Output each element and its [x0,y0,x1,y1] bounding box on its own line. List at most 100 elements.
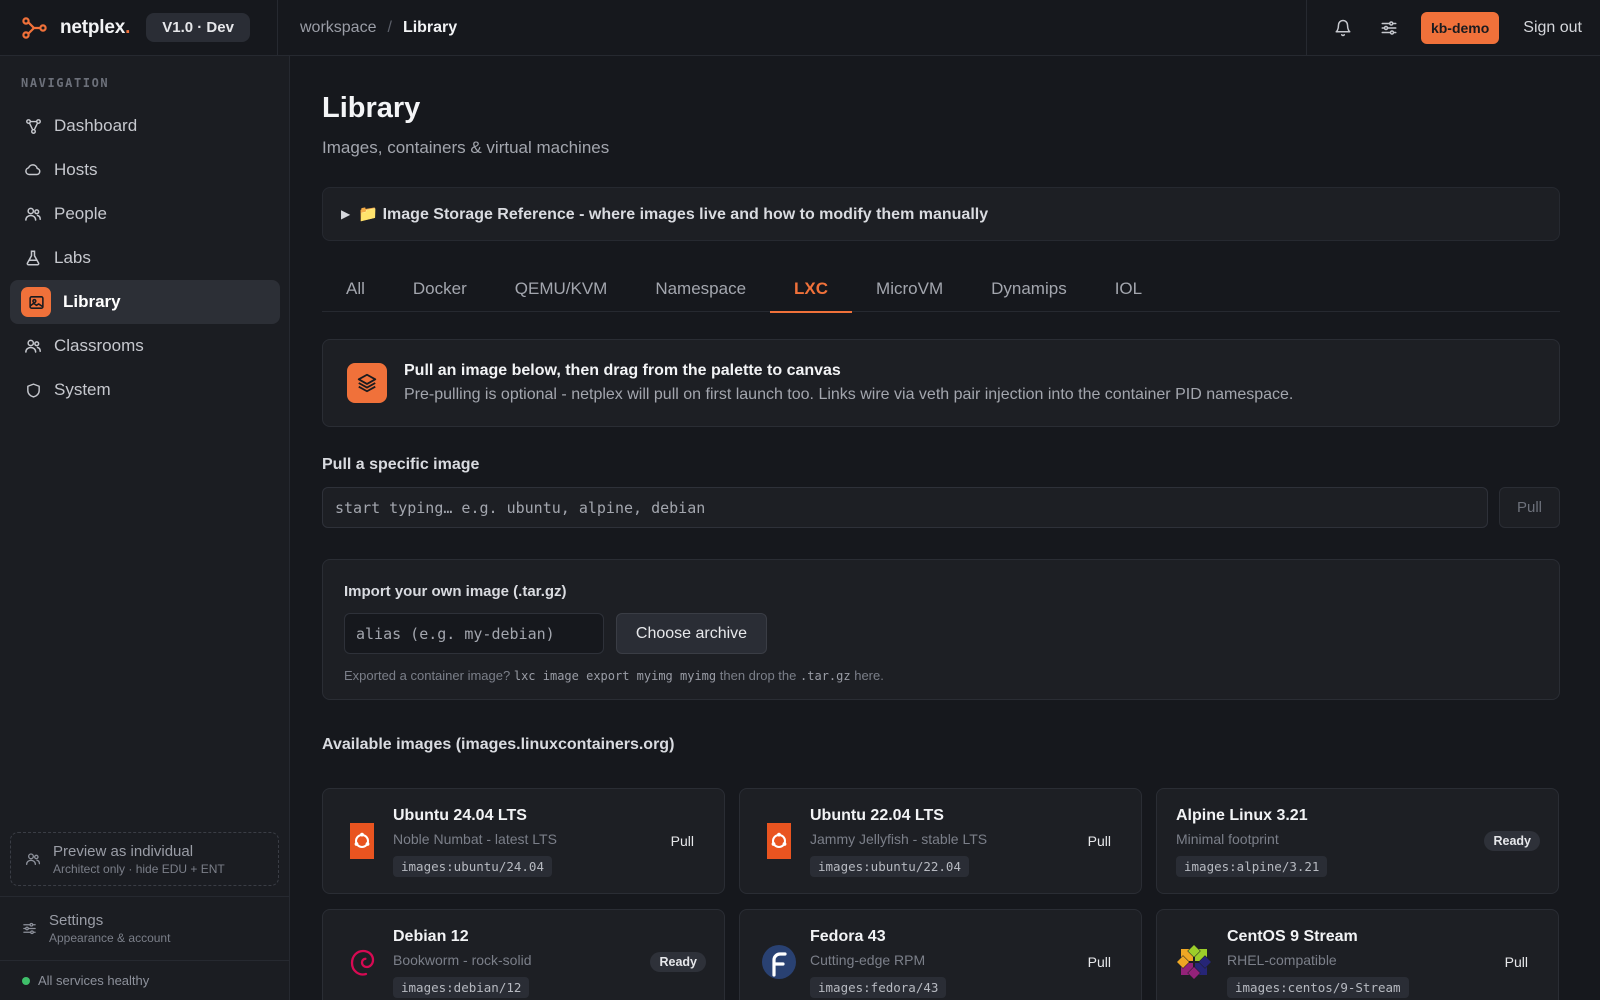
tab-dynamips[interactable]: Dynamips [967,266,1091,312]
reference-text: 📁 Image Storage Reference - where images… [358,206,989,223]
breadcrumb-workspace[interactable]: workspace [300,19,376,37]
ubuntu-icon [760,822,798,860]
sliders-icon[interactable] [1371,10,1407,46]
status-dot-icon [22,976,30,985]
tab-lxc[interactable]: LXC [770,266,853,313]
sidebar-footer: Preview as individual Architect only · h… [0,832,289,1000]
image-tag: images:centos/9-Stream [1227,977,1409,998]
sidebar-item-system[interactable]: System [10,368,280,412]
image-name: Debian 12 [393,928,469,945]
top-bar: netplex. V1.0 · Dev workspace / Library … [0,0,1600,56]
info-body: Pre-pulling is optional - netplex will p… [404,386,1294,403]
ready-badge: Ready [1484,831,1540,851]
image-card-ubuntu-2404[interactable]: Ubuntu 24.04 LTS Noble Numbat - latest L… [322,788,725,894]
pull-image-button[interactable]: Pull [1088,954,1111,970]
sidebar-item-label: Labs [54,248,91,267]
layers-icon [347,363,387,403]
image-description: Bookworm - rock-solid [393,952,532,968]
tab-namespace[interactable]: Namespace [631,266,770,312]
image-tag: images:fedora/43 [810,977,947,998]
sidebar-item-label: Classrooms [54,336,144,355]
alias-input[interactable] [344,613,604,654]
sidebar-item-labs[interactable]: Labs [10,236,280,280]
choose-archive-button[interactable]: Choose archive [616,613,767,654]
top-actions: kb-demo Sign out [1305,0,1600,56]
debian-icon [343,943,381,981]
image-tag: images:debian/12 [393,977,530,998]
sidebar-item-label: Dashboard [54,116,138,135]
image-description: Noble Numbat - latest LTS [393,831,557,847]
sidebar-item-label: People [54,204,107,223]
image-description: RHEL-compatible [1227,952,1337,968]
netplex-logo-icon[interactable] [22,15,48,41]
pull-image-input[interactable] [322,487,1488,528]
page-subtitle: Images, containers & virtual machines [322,138,610,157]
sidebar-item-label: System [54,380,111,399]
tab-iol[interactable]: IOL [1091,266,1166,312]
tab-docker[interactable]: Docker [389,266,491,312]
sidebar-item-hosts[interactable]: Hosts [10,148,280,192]
image-description: Jammy Jellyfish - stable LTS [810,831,988,847]
brand: netplex. V1.0 · Dev [0,0,278,56]
info-title: Pull an image below, then drag from the … [404,362,841,379]
image-name: Alpine Linux 3.21 [1176,807,1308,824]
image-icon [21,287,51,317]
sidebar-item-people[interactable]: People [10,192,280,236]
breadcrumb-current: Library [402,18,458,36]
import-title: Import your own image (.tar.gz) [344,583,567,600]
preview-subtitle: Architect only · hide EDU + ENT [53,861,225,876]
settings-subtitle: Appearance & account [49,931,171,945]
category-tabs: All Docker QEMU/KVM Namespace LXC MicroV… [322,266,1560,313]
health-status: All services healthy [0,960,289,1000]
pull-image-button[interactable]: Pull [1505,954,1528,970]
sliders-icon [22,921,37,936]
image-name: Ubuntu 24.04 LTS [393,807,527,824]
bell-icon[interactable] [1325,10,1361,46]
image-card-ubuntu-2204[interactable]: Ubuntu 22.04 LTS Jammy Jellyfish - stabl… [739,788,1142,894]
pull-image-button[interactable]: Pull [671,833,694,849]
tab-all[interactable]: All [322,266,389,312]
preview-as-individual-button[interactable]: Preview as individual Architect only · h… [10,832,279,886]
pull-image-button[interactable]: Pull [1088,833,1111,849]
nav-list: Dashboard Hosts People Labs Library Clas… [10,104,280,412]
people-icon [25,851,41,867]
preview-title: Preview as individual [53,842,194,860]
version-badge[interactable]: V1.0 · Dev [146,13,250,42]
available-images-label: Available images (images.linuxcontainers… [322,736,675,753]
image-name: CentOS 9 Stream [1227,928,1358,945]
image-name: Fedora 43 [810,928,886,945]
image-card-alpine[interactable]: Alpine Linux 3.21 Minimal footprint imag… [1156,788,1559,894]
image-card-debian[interactable]: Debian 12 Bookworm - rock-solid images:d… [322,909,725,1000]
sidebar: NAVIGATION Dashboard Hosts People Labs L… [0,56,290,1000]
cloud-icon [23,160,43,180]
sign-out-button[interactable]: Sign out [1523,19,1582,37]
image-card-fedora[interactable]: Fedora 43 Cutting-edge RPM images:fedora… [739,909,1142,1000]
breadcrumb: workspace / Library [300,19,457,37]
image-description: Cutting-edge RPM [810,952,926,968]
user-badge[interactable]: kb-demo [1420,12,1500,44]
settings-button[interactable]: Settings Appearance & account [0,896,289,960]
tab-qemu-kvm[interactable]: QEMU/KVM [491,266,632,312]
image-storage-reference-toggle[interactable]: ▶ 📁 Image Storage Reference - where imag… [322,187,1560,241]
import-card: Import your own image (.tar.gz) Choose a… [322,559,1560,700]
sidebar-item-library[interactable]: Library [10,280,280,324]
sidebar-item-dashboard[interactable]: Dashboard [10,104,280,148]
ready-badge: Ready [650,952,706,972]
nav-heading: NAVIGATION [21,76,110,90]
image-description: Minimal footprint [1176,831,1279,847]
pull-button[interactable]: Pull [1499,487,1560,528]
shield-icon [23,380,43,400]
graph-icon [23,116,43,136]
image-name: Ubuntu 22.04 LTS [810,807,944,824]
sidebar-item-classrooms[interactable]: Classrooms [10,324,280,368]
ubuntu-icon [343,822,381,860]
image-tag: images:ubuntu/24.04 [393,856,552,877]
import-hint: Exported a container image? lxc image ex… [344,668,884,683]
page-title: Library [322,92,421,124]
image-card-centos[interactable]: CentOS 9 Stream RHEL-compatible images:c… [1156,909,1559,1000]
caret-right-icon: ▶ [341,207,351,221]
tab-microvm[interactable]: MicroVM [852,266,967,312]
breadcrumb-separator: / [387,18,392,36]
image-tag: images:ubuntu/22.04 [810,856,969,877]
centos-icon [1175,943,1213,981]
